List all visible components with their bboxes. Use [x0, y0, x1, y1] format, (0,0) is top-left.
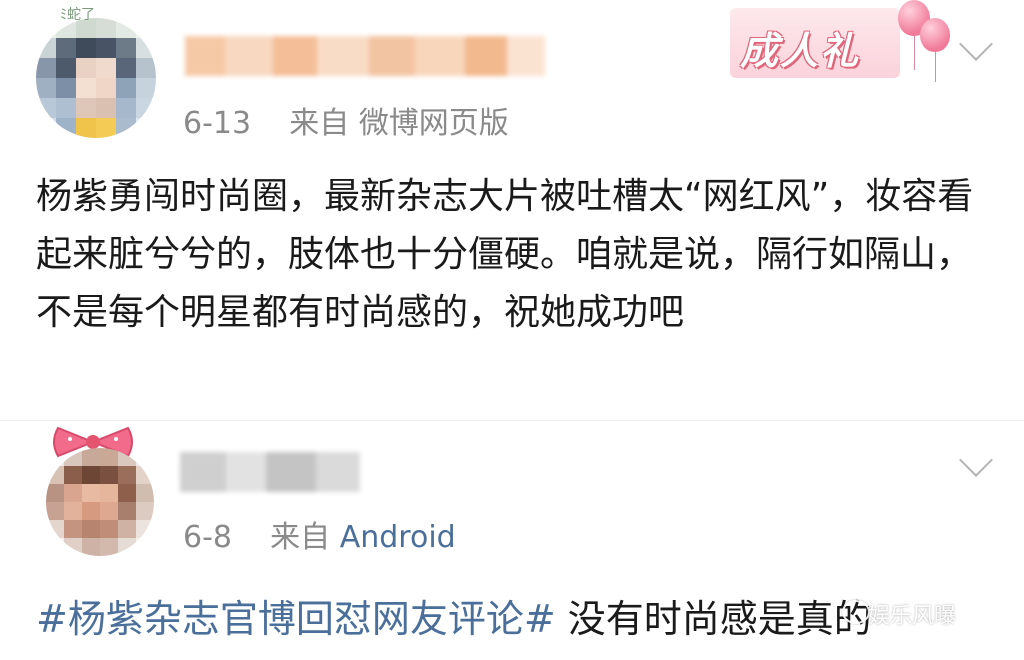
chevron-down-icon[interactable] — [959, 443, 993, 477]
wechat-icon — [842, 600, 870, 624]
comment-date: 6-8 — [183, 520, 232, 555]
avatar[interactable] — [46, 448, 154, 556]
hashtag-link[interactable]: #杨紫杂志官博回怼网友评论# — [36, 597, 556, 641]
source-label: Android — [339, 520, 456, 555]
comment-card: 6-8 来自 Android #杨紫杂志官博回怼网友评论# 没有时尚感是真的 娱… — [0, 0, 1024, 660]
reply-text: 没有时尚感是真的 — [555, 597, 872, 641]
comment-meta: 6-8 来自 Android — [183, 512, 456, 556]
comment-text: #杨紫杂志官博回怼网友评论# 没有时尚感是真的 — [36, 588, 872, 643]
watermark: 娱乐风曝 — [868, 604, 957, 629]
username-blurred[interactable] — [180, 452, 360, 492]
source-prefix: 来自 — [270, 520, 331, 555]
